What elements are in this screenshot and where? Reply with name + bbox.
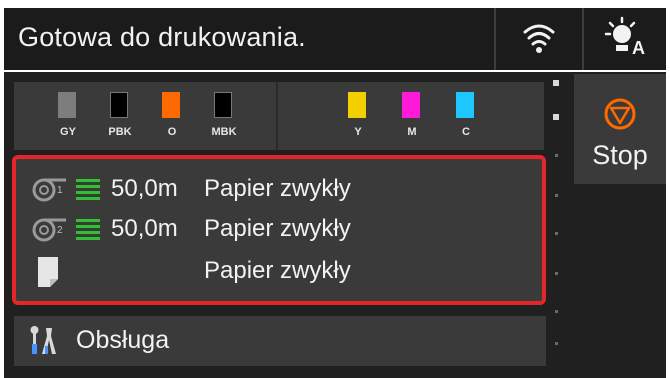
maintenance-button[interactable]: Obsługa	[14, 316, 546, 366]
ink-y: Y	[338, 92, 378, 144]
paper-type: Papier zwykły	[204, 215, 351, 242]
scroll-dot	[553, 114, 559, 120]
ink-label: GY	[60, 126, 76, 138]
svg-text:A: A	[632, 38, 645, 58]
ink-swatch	[162, 92, 180, 118]
panel-brightness-button[interactable]: A	[584, 8, 666, 70]
paper-type: Papier zwykły	[204, 257, 351, 284]
ink-swatch	[348, 92, 366, 118]
paper-roll-icon: 2	[32, 218, 66, 242]
roll-number: 2	[57, 225, 63, 236]
wifi-button[interactable]	[496, 8, 582, 70]
ink-label: M	[407, 126, 417, 138]
remaining-level-icon	[76, 179, 100, 200]
ink-swatch	[402, 92, 420, 118]
paper-row-roll-2[interactable]: 2 50,0m Papier zwykły	[16, 209, 536, 249]
scroll-dot	[555, 154, 558, 157]
scroll-dot	[555, 232, 558, 235]
paper-roll-icon: 1	[32, 178, 66, 202]
roll-number: 1	[57, 185, 63, 196]
divider	[276, 82, 278, 150]
ink-c: C	[446, 92, 486, 144]
paper-row-cut-sheet[interactable]: Papier zwykły	[16, 251, 536, 291]
ink-gy: GY	[48, 92, 88, 144]
scroll-dot	[555, 310, 558, 313]
scroll-dot	[553, 80, 559, 86]
ink-label: O	[167, 126, 177, 138]
ink-mbk: MBK	[204, 92, 244, 144]
roll-length: 50,0m	[111, 215, 178, 242]
paper-settings-panel[interactable]: 1 50,0m Papier zwykły 2 50,0m Papier zwy…	[12, 155, 546, 305]
stop-label: Stop	[592, 140, 648, 170]
ink-m: M	[392, 92, 432, 144]
ink-swatch	[110, 92, 128, 118]
ink-label: PBK	[108, 126, 132, 138]
main-area: GY PBK O MBK Y M C 1 50,0m Papier zwykły…	[4, 72, 666, 378]
scroll-indicator	[550, 72, 566, 378]
ink-swatch	[58, 92, 76, 118]
paper-type: Papier zwykły	[204, 175, 351, 202]
ink-label: Y	[354, 126, 362, 138]
maintenance-label: Obsługa	[76, 326, 170, 354]
stop-button[interactable]: Stop	[574, 74, 666, 184]
scroll-dot	[555, 194, 558, 197]
status-bar: Gotowa do drukowania. A	[4, 8, 666, 70]
scroll-dot	[555, 342, 558, 345]
ink-pbk: PBK	[100, 92, 140, 144]
cut-sheet-icon	[38, 257, 58, 287]
printer-control-panel: Gotowa do drukowania. A GY PBK O MBK Y M…	[0, 0, 670, 378]
remaining-level-icon	[76, 219, 100, 240]
status-message: Gotowa do drukowania.	[18, 22, 306, 52]
maintenance-tools-icon	[30, 326, 56, 354]
ink-level-panel[interactable]: GY PBK O MBK Y M C	[14, 82, 544, 150]
ink-swatch	[214, 92, 232, 118]
panel-brightness-icon: A	[604, 16, 645, 58]
ink-o: O	[152, 92, 192, 144]
paper-row-roll-1[interactable]: 1 50,0m Papier zwykły	[16, 169, 536, 209]
ink-label: MBK	[211, 126, 237, 138]
ink-label: C	[462, 126, 470, 138]
roll-length: 50,0m	[111, 175, 178, 202]
ink-swatch	[456, 92, 474, 118]
scroll-dot	[555, 272, 558, 275]
wifi-icon	[523, 24, 555, 53]
